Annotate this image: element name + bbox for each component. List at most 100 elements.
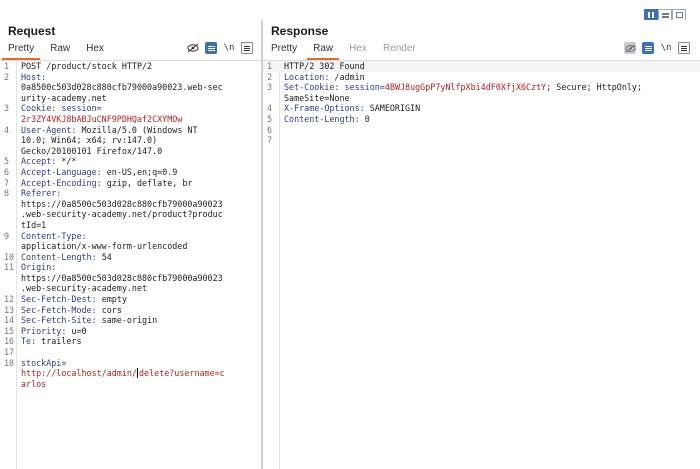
eye-slash-icon[interactable] (187, 42, 199, 54)
newline-icon[interactable]: \n (223, 42, 235, 54)
wrap-lines-icon[interactable] (642, 42, 654, 54)
request-line[interactable]: 3 Cookie: session= (0, 103, 261, 114)
wrap-lines-icon[interactable] (205, 42, 217, 54)
line-text: SameSite=None (280, 93, 350, 104)
tab-response-hex[interactable]: Hex (341, 42, 375, 60)
request-line[interactable]: 16 Te: trailers (0, 336, 261, 347)
line-number: 1 (4, 61, 10, 71)
response-line[interactable]: 3 Set-Cookie: session=4BWJ8ugGpP7yNlfpXbi… (263, 82, 700, 93)
line-number: 4 (4, 124, 10, 135)
header-value: 0 (364, 113, 370, 124)
response-tabs: Pretty Raw Hex Render (263, 42, 424, 60)
request-line[interactable]: 7 Accept-Encoding: gzip, deflate, br (0, 178, 261, 189)
line-number (0, 273, 17, 284)
menu-icon[interactable] (678, 42, 690, 54)
tab-request-hex[interactable]: Hex (78, 42, 112, 60)
line-text: Host: (17, 72, 46, 83)
request-line[interactable]: arlos (0, 379, 261, 390)
request-line[interactable]: Gecko/20100101 Firefox/147.0 (0, 146, 261, 157)
line-number: 2 (4, 71, 10, 82)
request-title: Request (8, 24, 56, 38)
request-line[interactable]: 6 Accept-Language: en-US,en;q=0.9 (0, 167, 261, 178)
request-line[interactable]: 13 Sec-Fetch-Mode: cors (0, 305, 261, 316)
line-text: Content-Length: 0 (280, 114, 370, 125)
line-text: https://0a8500c503d028c880cfb79000a90023 (17, 273, 223, 284)
request-line[interactable]: 5 Accept: */* (0, 156, 261, 167)
request-line[interactable]: 4 User-Agent: Mozilla/5.0 (Windows NT (0, 125, 261, 136)
line-number (0, 283, 17, 294)
request-line[interactable]: 15 Priority: u=0 (0, 326, 261, 337)
request-line[interactable]: 14 Sec-Fetch-Site: same-origin (0, 315, 261, 326)
request-pane: Request Pretty Raw Hex \n 1 POST /product… (0, 20, 262, 469)
line-number: 2 (267, 71, 273, 82)
line-number: 4 (267, 103, 273, 114)
response-title: Response (271, 24, 329, 38)
header-name: Te: (21, 336, 42, 347)
request-line[interactable]: 2 Host: (0, 72, 261, 83)
header-value: POST /product/stock HTTP/2 (21, 61, 153, 71)
line-text: Accept-Encoding: gzip, deflate, br (17, 178, 192, 189)
response-line[interactable]: 7 (263, 135, 700, 146)
line-number: 13 (4, 304, 15, 315)
response-line[interactable]: 5 Content-Length: 0 (263, 114, 700, 125)
request-line[interactable]: 2r3ZY4VKJ8bABJuCNF9PDHQaf2CXYMOw (0, 114, 261, 125)
line-number: 9 (4, 230, 10, 241)
tab-request-pretty[interactable]: Pretty (0, 42, 42, 60)
request-toolbar: \n (187, 42, 253, 54)
tab-response-raw[interactable]: Raw (305, 42, 341, 60)
tab-response-render[interactable]: Render (375, 42, 424, 60)
tab-request-raw[interactable]: Raw (42, 42, 78, 60)
line-number: 5 (4, 156, 10, 167)
response-editor[interactable]: 1 HTTP/2 302 Found 2 Location: /admin 3 Set-C… (263, 61, 700, 469)
line-number (0, 220, 17, 231)
line-text: 2r3ZY4VKJ8bABJuCNF9PDHQaf2CXYMOw (17, 114, 182, 125)
tab-response-pretty[interactable]: Pretty (263, 42, 305, 60)
line-number: 5 (267, 113, 273, 124)
line-text (280, 135, 284, 146)
request-line[interactable]: .web-security-academy.net (0, 283, 261, 294)
response-line[interactable]: 6 (263, 125, 700, 136)
header-value: 2r3ZY4VKJ8bABJuCNF9PDHQaf2CXYMOw (21, 113, 183, 124)
request-line[interactable]: https://0a8500c503d028c880cfb79000a90023 (0, 199, 261, 210)
header-name: Content-Type: (21, 230, 87, 241)
request-line[interactable]: http://localhost/admin/delete?username=c (0, 368, 261, 379)
request-code[interactable]: 1 POST /product/stock HTTP/2 2 Host: 0a8500c… (0, 61, 261, 389)
line-number (0, 199, 17, 210)
response-line[interactable]: 1 HTTP/2 302 Found (263, 61, 700, 72)
request-line[interactable]: 8 Referer: (0, 188, 261, 199)
line-number: 14 (4, 315, 15, 326)
header-value: SAMEORIGIN (369, 103, 421, 114)
newline-icon[interactable]: \n (660, 42, 672, 54)
response-line[interactable]: SameSite=None (263, 93, 700, 104)
line-number: 17 (4, 347, 15, 358)
request-line[interactable]: https://0a8500c503d028c880cfb79000a90023 (0, 273, 261, 284)
header-value: /admin (334, 71, 365, 82)
request-line[interactable]: 18 stockApi= (0, 358, 261, 369)
line-number (0, 93, 17, 104)
request-line[interactable]: urity-academy.net (0, 93, 261, 104)
request-line[interactable]: 17 (0, 347, 261, 358)
menu-icon[interactable] (241, 42, 253, 54)
request-line[interactable]: 9 Content-Type: (0, 231, 261, 242)
request-line[interactable]: application/x-www-form-urlencoded (0, 241, 261, 252)
request-line[interactable]: tId=1 (0, 220, 261, 231)
request-line[interactable]: 12 Sec-Fetch-Dest: empty (0, 294, 261, 305)
request-line[interactable]: .web-security-academy.net/product?produc (0, 209, 261, 220)
line-text: urity-academy.net (17, 93, 107, 104)
line-text (17, 347, 21, 358)
header-value: 0a8500c503d028c880cfb79000a90023.web-sec (21, 82, 223, 93)
line-text: stockApi= (17, 358, 66, 369)
request-line[interactable]: 10 Content-Length: 54 (0, 252, 261, 263)
response-line[interactable]: 4 X-Frame-Options: SAMEORIGIN (263, 103, 700, 114)
request-line[interactable]: 1 POST /product/stock HTTP/2 (0, 61, 261, 72)
line-number (263, 93, 280, 104)
request-line[interactable]: 11 Origin: (0, 262, 261, 273)
request-line[interactable]: 0a8500c503d028c880cfb79000a90023.web-sec (0, 82, 261, 93)
response-line[interactable]: 2 Location: /admin (263, 72, 700, 83)
request-editor[interactable]: 1 POST /product/stock HTTP/2 2 Host: 0a8500c… (0, 61, 261, 469)
line-text: User-Agent: Mozilla/5.0 (Windows NT (17, 125, 198, 136)
request-line[interactable]: 10.0; Win64; x64; rv:147.0) (0, 135, 261, 146)
eye-slash-icon[interactable] (624, 42, 636, 54)
line-text: .web-security-academy.net (17, 283, 147, 294)
response-code[interactable]: 1 HTTP/2 302 Found 2 Location: /admin 3 Set-C… (263, 61, 700, 146)
